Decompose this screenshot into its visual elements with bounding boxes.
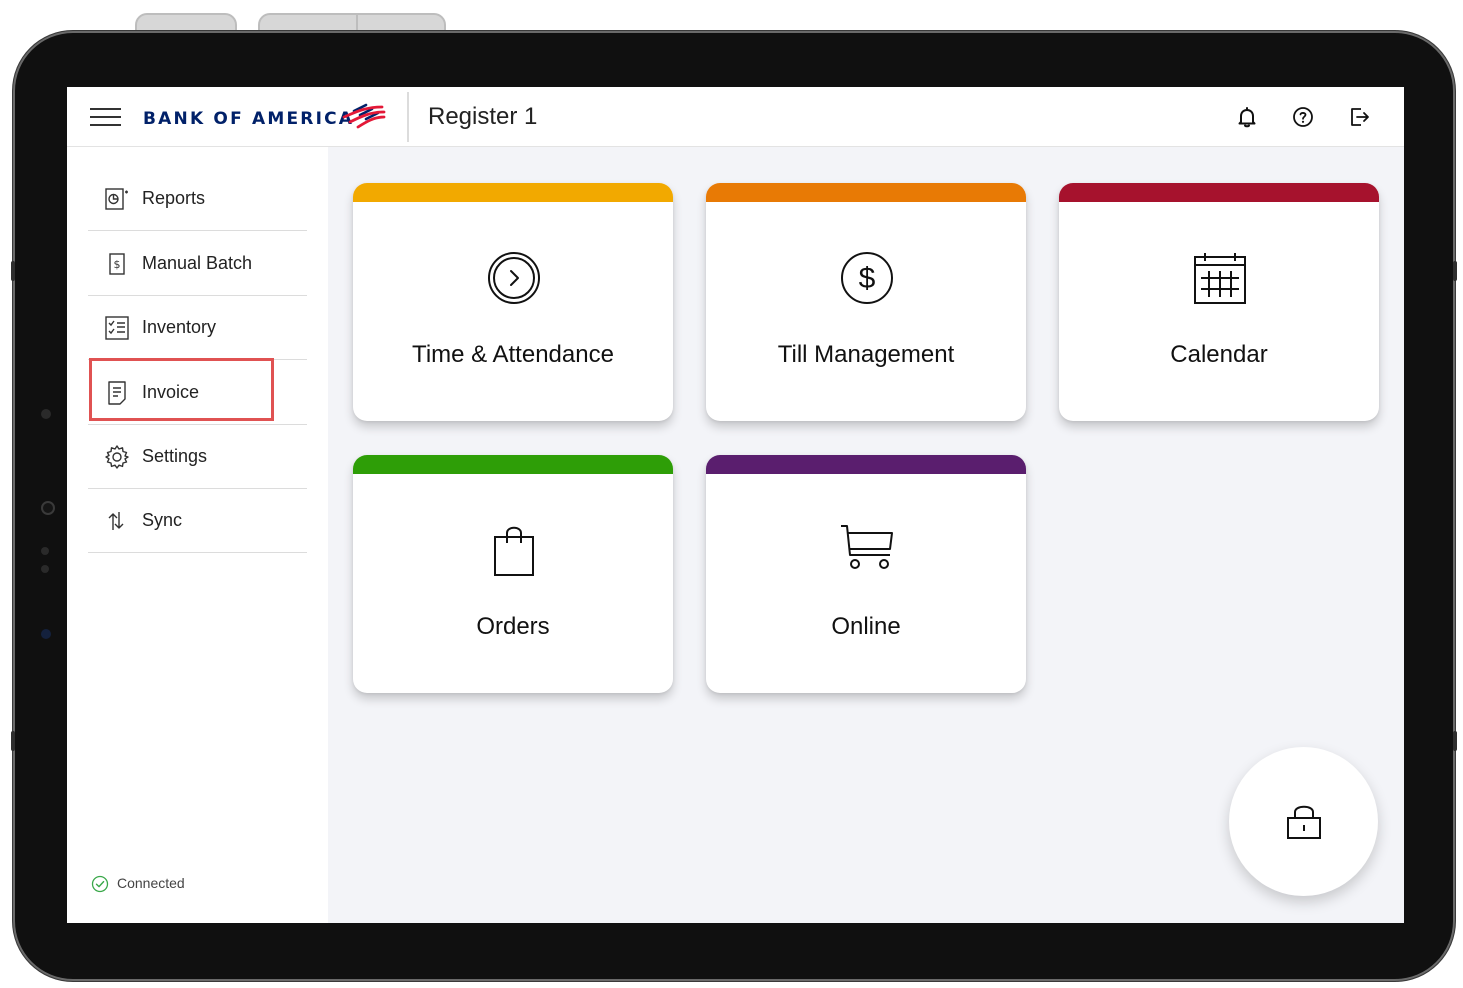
sidebar: Reports $ Manual Batch Inventory Invoice	[67, 147, 328, 923]
sidebar-item-invoice[interactable]: Invoice	[88, 361, 307, 425]
lock-button[interactable]	[1229, 747, 1378, 896]
logout-icon[interactable]	[1348, 105, 1372, 129]
reports-icon	[105, 188, 128, 210]
cart-icon	[841, 525, 893, 569]
invoice-icon	[108, 381, 126, 405]
camera-icon	[41, 501, 55, 515]
sidebar-item-label: Inventory	[142, 317, 217, 337]
register-title: Register 1	[428, 103, 538, 130]
tile-orders[interactable]: Orders	[353, 455, 673, 693]
sidebar-item-sync[interactable]: Sync	[88, 489, 307, 553]
bell-icon[interactable]	[1235, 105, 1259, 129]
bank-flag-logo-icon	[342, 103, 386, 129]
tile-online[interactable]: Online	[706, 455, 1026, 693]
menu-icon[interactable]	[90, 108, 121, 127]
tile-color-stripe	[353, 455, 673, 474]
top-bar: BANK OF AMERICA Register 1	[67, 87, 1404, 147]
calendar-icon	[1194, 253, 1246, 304]
tile-label: Time & Attendance	[412, 341, 614, 368]
tile-color-stripe	[1059, 183, 1379, 202]
help-icon[interactable]	[1291, 105, 1315, 129]
tile-label: Till Management	[777, 341, 955, 368]
connection-status-text: Connected	[117, 875, 185, 891]
sidebar-item-label: Reports	[142, 188, 206, 208]
sidebar-item-label: Manual Batch	[142, 253, 253, 273]
brand-logo-text: BANK OF AMERICA	[143, 109, 355, 129]
tile-color-stripe	[353, 183, 673, 202]
shopping-bag-icon	[494, 526, 534, 576]
svg-text:$: $	[114, 258, 121, 271]
sync-icon	[108, 512, 124, 530]
tile-color-stripe	[706, 183, 1026, 202]
tile-time-attendance[interactable]: Time & Attendance	[353, 183, 673, 421]
manual-batch-icon: $	[109, 253, 125, 275]
sidebar-item-reports[interactable]: Reports	[88, 167, 307, 231]
inventory-icon	[105, 316, 129, 340]
sidebar-item-label: Settings	[142, 446, 208, 466]
tile-color-stripe	[706, 455, 1026, 474]
gear-icon	[105, 445, 129, 469]
clock-icon	[488, 252, 540, 304]
sidebar-item-label: Sync	[142, 510, 183, 530]
header-divider	[407, 92, 409, 142]
tile-calendar[interactable]: Calendar	[1059, 183, 1379, 421]
dollar-icon: $	[841, 252, 893, 304]
lock-icon	[1287, 805, 1321, 839]
tile-label: Orders	[476, 613, 550, 640]
tile-label: Online	[831, 613, 901, 640]
sidebar-item-manual-batch[interactable]: $ Manual Batch	[88, 232, 307, 296]
app-screen: BANK OF AMERICA Register 1 Reports $ Man…	[67, 87, 1404, 923]
sidebar-item-label: Invoice	[142, 382, 200, 402]
sidebar-item-inventory[interactable]: Inventory	[88, 296, 307, 360]
check-circle-icon	[91, 875, 109, 893]
svg-text:$: $	[859, 262, 876, 295]
tile-label: Calendar	[1170, 341, 1268, 368]
sidebar-item-settings[interactable]: Settings	[88, 425, 307, 489]
tile-till-management[interactable]: $ Till Management	[706, 183, 1026, 421]
